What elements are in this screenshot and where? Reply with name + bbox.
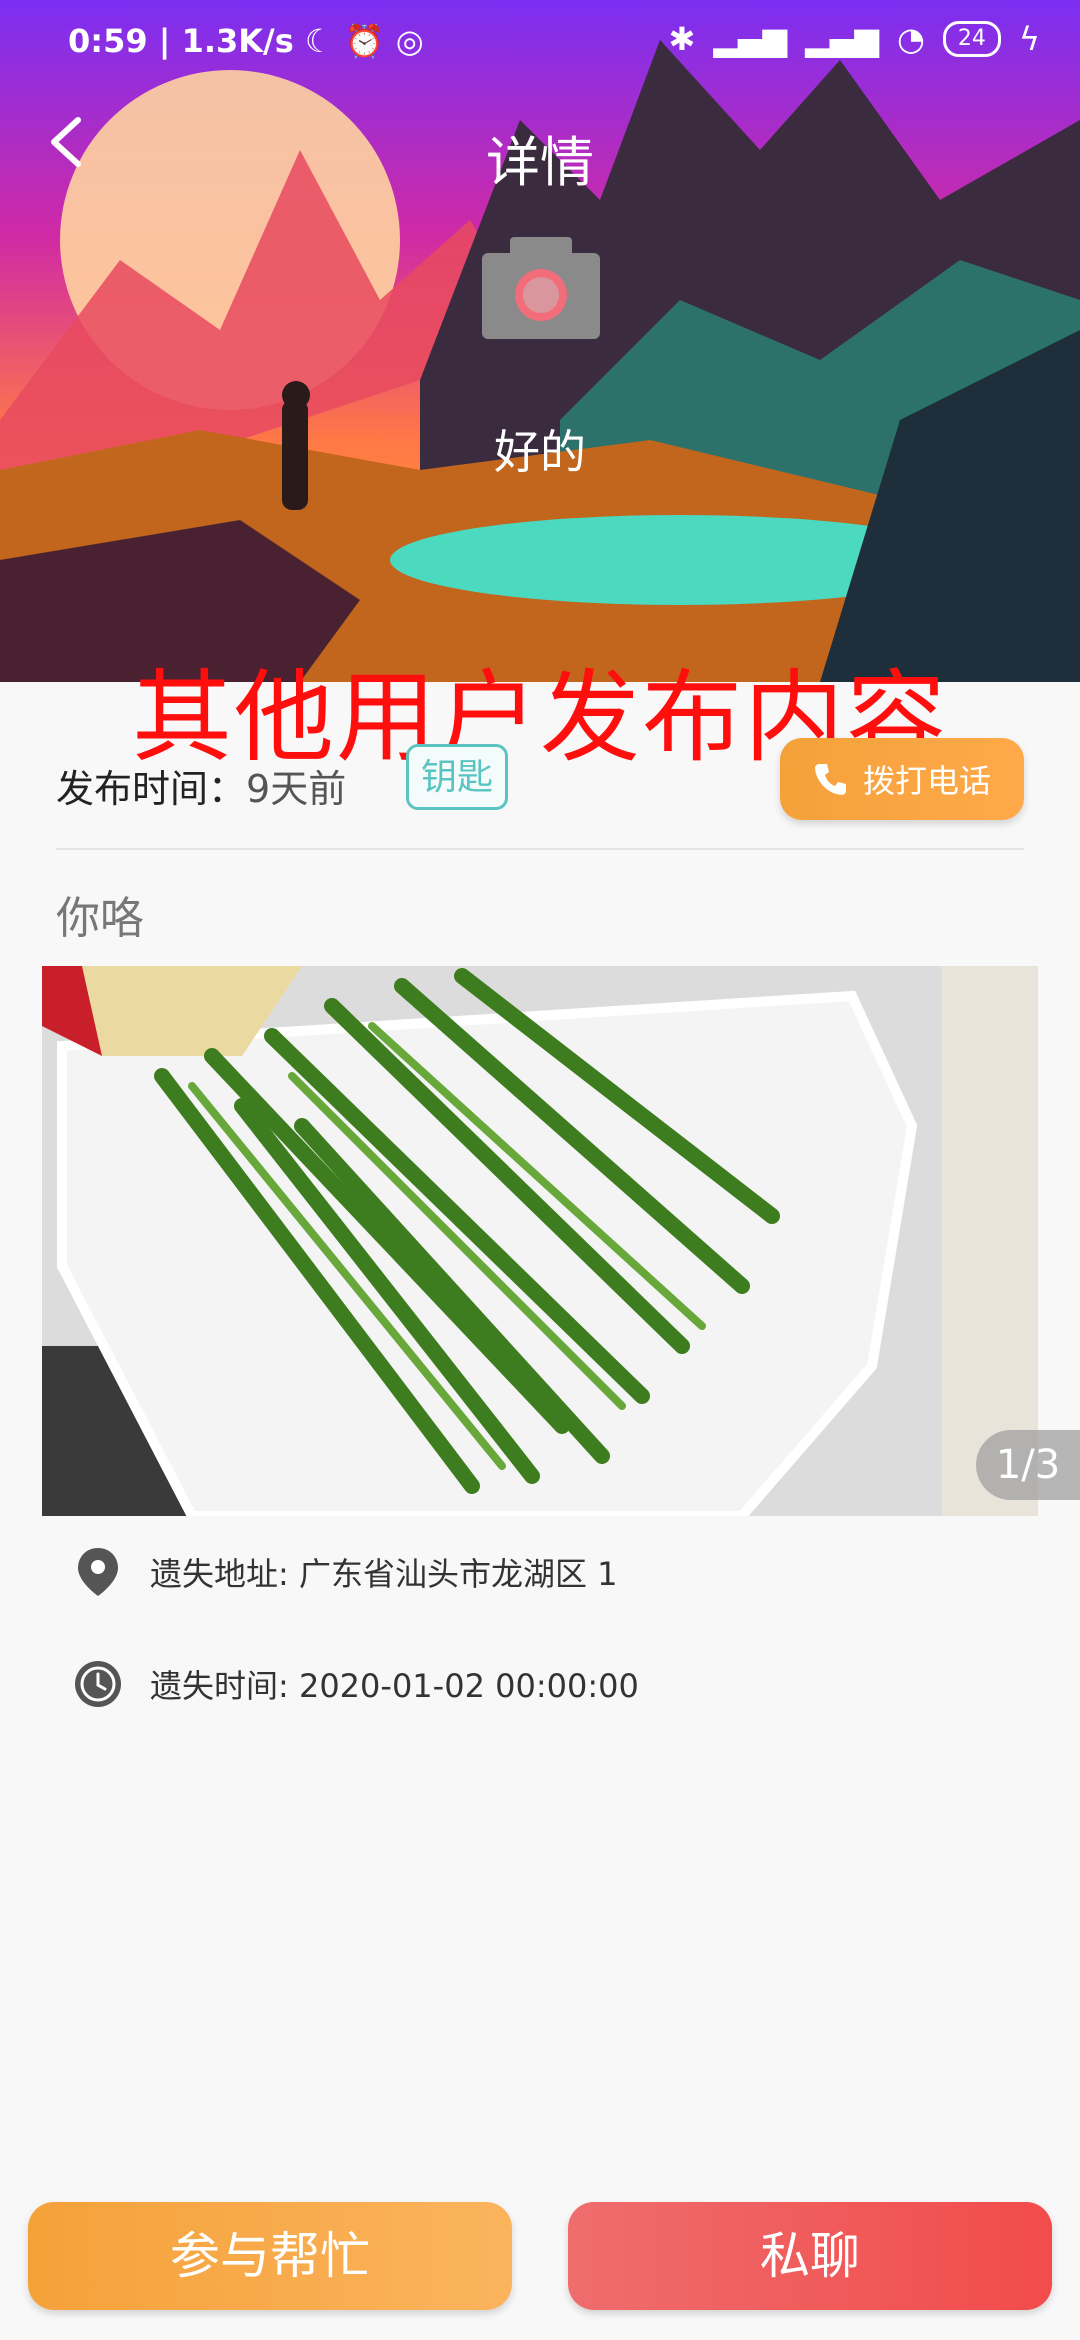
category-badge: 钥匙	[406, 744, 508, 810]
phone-icon	[814, 764, 846, 795]
food-photo	[42, 966, 1038, 1516]
landscape-illustration	[0, 40, 1080, 682]
help-button[interactable]: 参与帮忙	[28, 2202, 512, 2310]
clock-icon	[75, 1661, 121, 1707]
status-icons: ✱ ▂▄▆ ▂▄▆ ◔ 24 ϟ	[669, 20, 1041, 58]
call-button-label: 拨打电话	[862, 762, 991, 800]
wifi-icon: ◔	[896, 20, 925, 58]
publish-time-label: 发布时间：	[56, 767, 247, 811]
alarm-icon: ⏰	[344, 22, 385, 60]
post-content: 你咯	[56, 893, 144, 944]
signal-icon: ▂▄▆	[805, 20, 879, 58]
status-bar: 0:59 | 1.3K/s ☾ ⏰ ◎ ✱ ▂▄▆ ▂▄▆ ◔ 24 ϟ	[0, 0, 1080, 86]
page-title: 详情	[486, 131, 594, 194]
header-background	[0, 0, 1080, 682]
post-image[interactable]	[42, 966, 1038, 1516]
divider	[56, 848, 1024, 850]
publish-time-value: 9天前	[246, 767, 347, 811]
clock-text: 0:59	[68, 22, 148, 60]
moon-icon: ☾	[304, 22, 334, 60]
lost-time-row: 遗失时间: 2020-01-02 00:00:00	[72, 1658, 639, 1710]
charging-icon: ϟ	[1018, 20, 1040, 58]
address-text: 遗失地址: 广东省汕头市龙湖区 1	[150, 1555, 618, 1593]
bluetooth-icon: ✱	[668, 20, 696, 58]
call-button[interactable]: 拨打电话	[780, 738, 1024, 820]
avatar[interactable]	[482, 235, 600, 339]
private-chat-button[interactable]: 私聊	[568, 2202, 1052, 2310]
lost-time-text: 遗失时间: 2020-01-02 00:00:00	[150, 1667, 639, 1705]
battery-icon: 24	[942, 21, 1001, 57]
location-pin-icon	[78, 1548, 118, 1596]
camera-icon	[482, 237, 600, 339]
status-time: 0:59 | 1.3K/s ☾ ⏰ ◎	[68, 22, 424, 60]
signal-hd-icon: ▂▄▆	[713, 20, 788, 58]
battery-level: 24	[957, 26, 986, 51]
nfc-icon: ◎	[395, 22, 424, 60]
publish-time-row: 发布时间：9天前	[56, 758, 346, 813]
address-row: 遗失地址: 广东省汕头市龙湖区 1	[72, 1546, 618, 1598]
user-name: 好的	[494, 425, 586, 479]
network-speed: 1.3K/s	[181, 22, 294, 60]
image-pager: 1/3	[976, 1430, 1080, 1500]
